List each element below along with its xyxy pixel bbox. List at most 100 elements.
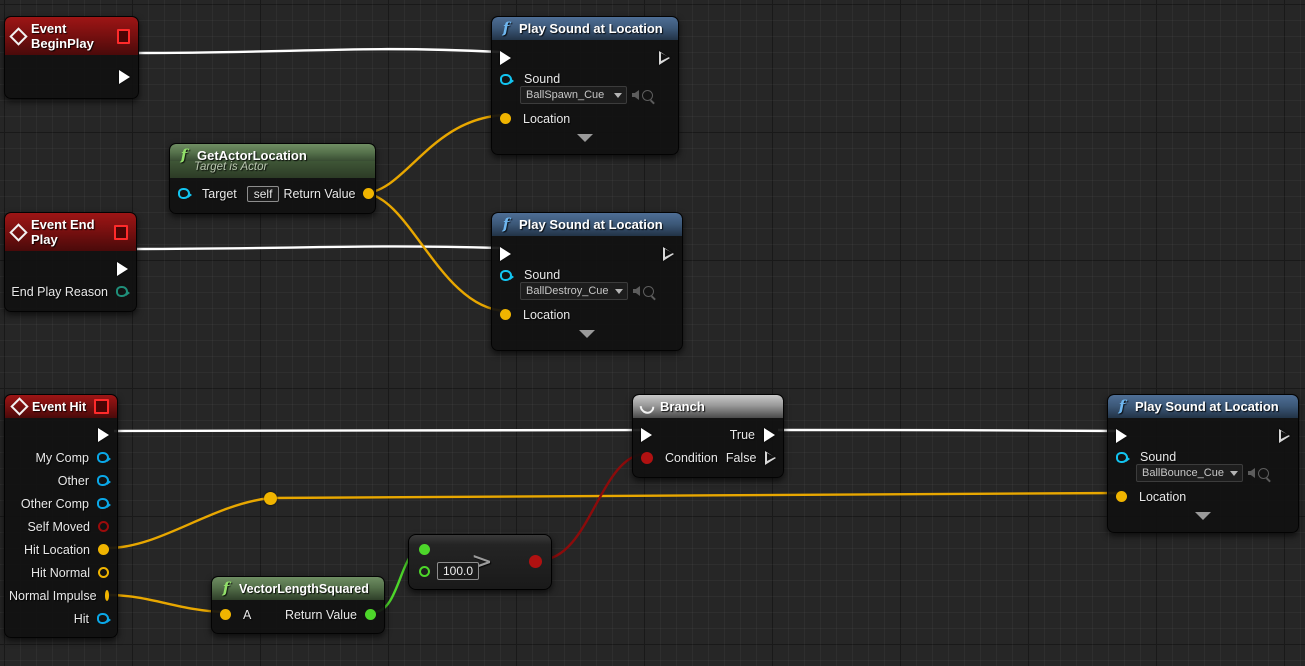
exec-out-pin[interactable]	[663, 246, 674, 261]
pin-row-end-play-reason[interactable]: End Play Reason	[5, 280, 136, 303]
function-f-icon: f	[502, 215, 510, 233]
false-exec-out-pin[interactable]	[765, 450, 777, 465]
location-input-pin[interactable]	[500, 309, 511, 320]
node-header: Event End Play	[5, 213, 136, 251]
sound-input-pin[interactable]	[1116, 451, 1130, 463]
return-value-output-pin[interactable]	[363, 188, 375, 199]
sound-asset-row[interactable]: BallSpawn_Cue	[492, 86, 678, 107]
input-a-pin[interactable]	[419, 544, 430, 555]
pin-row-hit[interactable]: Hit	[5, 607, 117, 630]
pin-row-hit-normal[interactable]: Hit Normal	[5, 561, 117, 584]
reroute-node-hit-location[interactable]	[264, 492, 277, 505]
pin-row-condition-false[interactable]: Condition False	[633, 446, 783, 469]
pin-row-sound[interactable]: Sound	[492, 265, 682, 285]
delegate-pin-icon[interactable]	[94, 399, 109, 414]
return-value-output-pin[interactable]	[529, 555, 542, 568]
blueprint-graph-canvas[interactable]: Event BeginPlay f Play Sound at Location	[0, 0, 1305, 666]
sound-input-pin[interactable]	[500, 269, 514, 281]
delegate-pin-icon[interactable]	[116, 28, 130, 44]
pin-row-other-comp[interactable]: Other Comp	[5, 492, 117, 515]
sound-input-pin[interactable]	[500, 73, 514, 85]
location-input-pin[interactable]	[1116, 491, 1127, 502]
node-event-begin-play[interactable]: Event BeginPlay	[4, 16, 139, 99]
node-play-sound-at-location-3[interactable]: f Play Sound at Location Sound BallBounc…	[1107, 394, 1299, 533]
sound-asset-row[interactable]: BallBounce_Cue	[1108, 464, 1298, 485]
condition-input-pin[interactable]	[641, 451, 653, 464]
location-input-pin[interactable]	[500, 113, 511, 124]
node-vector-length-squared[interactable]: f VectorLengthSquared A Return Value	[211, 576, 385, 634]
exec-in-pin[interactable]	[500, 50, 511, 65]
hit-normal-output-pin[interactable]	[98, 567, 109, 578]
chevron-down-icon[interactable]	[614, 92, 622, 98]
my-comp-output-pin[interactable]	[97, 452, 111, 463]
node-get-actor-location[interactable]: f GetActorLocation Target is Actor Targe…	[169, 143, 376, 214]
node-play-sound-at-location-1[interactable]: f Play Sound at Location Sound BallSpawn…	[491, 16, 679, 155]
pin-row-exec-true[interactable]: True	[633, 423, 783, 446]
hit-output-pin[interactable]	[97, 613, 111, 624]
pin-row-my-comp[interactable]: My Comp	[5, 446, 117, 469]
other-comp-output-pin[interactable]	[97, 498, 111, 509]
event-diamond-icon	[9, 397, 29, 416]
magnifier-icon[interactable]	[642, 89, 653, 101]
pin-label-hit-location: Hit Location	[23, 542, 90, 557]
exec-out-pin[interactable]	[98, 427, 109, 442]
sound-asset-row[interactable]: BallDestroy_Cue	[492, 282, 682, 303]
other-output-pin[interactable]	[97, 475, 111, 486]
input-a-pin[interactable]	[220, 609, 231, 620]
node-greater-than[interactable]: > 100.0	[408, 534, 552, 590]
target-input-pin[interactable]	[178, 188, 192, 199]
node-event-end-play[interactable]: Event End Play End Play Reason	[4, 212, 137, 312]
pin-row-a-return[interactable]: A Return Value	[212, 603, 384, 626]
expand-node-icon[interactable]	[1108, 508, 1298, 526]
pin-row-location[interactable]: Location	[1108, 485, 1298, 508]
node-event-hit[interactable]: Event Hit My Comp Other Other Comp Self …	[4, 394, 118, 638]
pin-row-exec-out[interactable]	[5, 65, 138, 88]
pin-row-location[interactable]: Location	[492, 107, 678, 130]
exec-out-pin[interactable]	[117, 261, 128, 276]
exec-in-pin[interactable]	[500, 246, 511, 261]
return-value-output-pin[interactable]	[365, 609, 376, 620]
pin-row-normal-impulse[interactable]: Normal Impulse	[5, 584, 117, 607]
pin-row-location[interactable]: Location	[492, 303, 682, 326]
self-moved-output-pin[interactable]	[98, 521, 109, 532]
pin-row-hit-location[interactable]: Hit Location	[5, 538, 117, 561]
expand-node-icon[interactable]	[492, 326, 682, 344]
input-b-pin[interactable]	[419, 566, 430, 577]
expand-node-icon[interactable]	[492, 130, 678, 148]
pin-row-sound[interactable]: Sound	[492, 69, 678, 89]
browse-to-asset-icon[interactable]	[632, 90, 639, 100]
pin-row-sound[interactable]: Sound	[1108, 447, 1298, 467]
end-play-reason-output-pin[interactable]	[116, 286, 130, 297]
pin-row-other[interactable]: Other	[5, 469, 117, 492]
magnifier-icon[interactable]	[642, 285, 654, 297]
pin-row-exec[interactable]	[492, 46, 678, 69]
pin-row-exec[interactable]	[492, 242, 682, 265]
target-self-value[interactable]: self	[246, 185, 280, 202]
node-branch[interactable]: Branch True Condition False	[632, 394, 784, 478]
pin-row-exec[interactable]	[1108, 424, 1298, 447]
magnifier-icon[interactable]	[1258, 467, 1269, 479]
pin-label-sound: Sound	[1140, 450, 1177, 464]
browse-to-asset-icon[interactable]	[1248, 468, 1255, 478]
exec-out-pin[interactable]	[659, 50, 670, 65]
exec-in-pin[interactable]	[1116, 428, 1127, 443]
pin-row-self-moved[interactable]: Self Moved	[5, 515, 117, 538]
normal-impulse-output-pin[interactable]	[104, 590, 109, 601]
exec-out-pin[interactable]	[119, 69, 130, 84]
input-b-value[interactable]: 100.0	[437, 562, 480, 580]
pin-label-return-value: Return Value	[284, 607, 357, 622]
node-title: Event BeginPlay	[31, 21, 94, 51]
true-exec-out-pin[interactable]	[764, 427, 775, 442]
exec-in-pin[interactable]	[641, 427, 652, 442]
pin-row-exec-out[interactable]	[5, 423, 117, 446]
function-f-icon: f	[502, 19, 510, 37]
node-play-sound-at-location-2[interactable]: f Play Sound at Location Sound BallDestr…	[491, 212, 683, 351]
pin-row-exec-out[interactable]	[5, 257, 136, 280]
hit-location-output-pin[interactable]	[98, 544, 109, 555]
exec-out-pin[interactable]	[1279, 428, 1290, 443]
browse-to-asset-icon[interactable]	[632, 286, 640, 296]
chevron-down-icon[interactable]	[1230, 470, 1238, 476]
pin-row-target-return[interactable]: Target self Return Value	[170, 182, 375, 205]
chevron-down-icon[interactable]	[614, 288, 623, 294]
delegate-pin-icon[interactable]	[114, 224, 128, 240]
